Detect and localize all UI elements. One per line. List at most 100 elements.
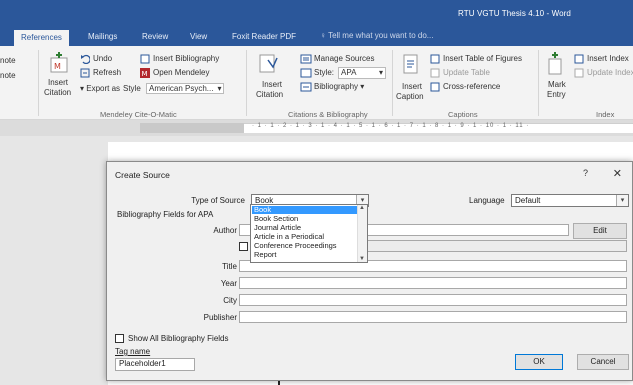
cross-reference-icon — [430, 82, 440, 92]
index-group-label: Index — [596, 110, 615, 119]
publisher-field[interactable] — [239, 311, 627, 323]
export-as-button[interactable]: ▾ Export as — [80, 84, 120, 93]
footnote-cut-1[interactable]: note — [0, 56, 16, 65]
open-mendeley-button[interactable]: Open Mendeley — [153, 68, 209, 77]
list-scrollbar[interactable]: ▲ ▼ — [357, 205, 367, 262]
language-label: Language — [469, 196, 505, 205]
city-label: City — [223, 296, 237, 305]
dialog-title: Create Source — [115, 170, 170, 180]
cancel-button[interactable]: Cancel — [577, 354, 629, 370]
captions-group-label: Captions — [448, 110, 478, 119]
refresh-button[interactable]: Refresh — [93, 68, 121, 77]
mendeley-group-label: Mendeley Cite-O-Matic — [100, 110, 177, 119]
tag-name-field[interactable]: Placeholder1 — [115, 358, 195, 371]
cross-reference-button[interactable]: Cross-reference — [443, 82, 500, 91]
ok-button[interactable]: OK — [515, 354, 563, 370]
chevron-down-icon[interactable]: ▾ — [616, 195, 628, 206]
lightbulb-icon: ♀ — [320, 31, 329, 40]
mark-entry-label-1: Mark — [548, 80, 566, 89]
show-all-fields-label[interactable]: Show All Bibliography Fields — [128, 334, 229, 343]
scroll-up-icon[interactable]: ▲ — [359, 205, 365, 211]
scroll-down-icon[interactable]: ▼ — [359, 256, 365, 262]
bibliography-icon — [300, 82, 312, 92]
update-index-button[interactable]: Update Index — [587, 68, 633, 77]
citation-style-dropdown[interactable]: APA ▾ — [338, 67, 386, 79]
tab-review[interactable]: Review — [140, 31, 170, 43]
table-of-figures-icon — [430, 54, 440, 64]
tab-mailings[interactable]: Mailings — [86, 31, 119, 43]
update-table-button[interactable]: Update Table — [443, 68, 490, 77]
city-field[interactable] — [239, 294, 627, 306]
tell-me-box[interactable]: ♀ Tell me what you want to do... — [320, 31, 433, 40]
chevron-down-icon: ▾ — [217, 84, 222, 93]
svg-text:M: M — [54, 62, 61, 71]
mendeley-icon: M — [140, 68, 150, 78]
mendeley-style-dropdown[interactable]: American Psych... ▾ — [146, 83, 225, 94]
insert-bibliography-icon — [140, 54, 150, 64]
insert-index-button[interactable]: Insert Index — [587, 54, 629, 63]
publisher-label: Publisher — [203, 313, 237, 322]
bibliography-label: Bibliography — [314, 82, 359, 91]
mark-entry-label-2: Entry — [547, 90, 566, 99]
horizontal-ruler[interactable]: · 1 · 1 · 2 · 1 · 3 · 1 · 4 · 1 · 5 · 1 … — [0, 120, 633, 136]
create-source-dialog: Create Source ? ✕ Type of Source Book ▾ … — [106, 161, 633, 381]
author-label: Author — [213, 226, 237, 235]
insert-bibliography-button[interactable]: Insert Bibliography — [153, 54, 219, 63]
tag-name-label: Tag name — [115, 347, 151, 356]
insert-citation-icon[interactable] — [258, 52, 280, 74]
update-table-icon — [430, 68, 440, 78]
bibliography-button[interactable]: Bibliography ▾ — [314, 82, 364, 91]
year-field[interactable] — [239, 277, 627, 289]
insert-citation-label-2: Citation — [256, 90, 284, 99]
tab-view[interactable]: View — [188, 31, 209, 43]
chevron-down-icon: ▾ — [378, 68, 383, 77]
tell-me-text: Tell me what you want to do... — [328, 31, 434, 40]
ribbon-tabs: References Mailings Review View Foxit Re… — [0, 28, 633, 46]
edit-author-button[interactable]: Edit — [573, 223, 627, 239]
insert-citation-label-1: Insert — [262, 80, 283, 89]
undo-icon — [81, 54, 90, 64]
undo-button[interactable]: Undo — [93, 54, 112, 63]
source-option-journal-article[interactable]: Journal Article — [252, 224, 357, 232]
ruler-numbers: · 1 · 1 · 2 · 1 · 3 · 1 · 4 · 1 · 5 · 1 … — [252, 123, 530, 129]
manage-sources-icon — [300, 54, 312, 64]
mendeley-insert-label-2: Citation — [44, 88, 72, 97]
mendeley-insert-label-1: Insert — [48, 78, 69, 87]
insert-table-of-figures-button[interactable]: Insert Table of Figures — [443, 54, 522, 63]
type-of-source-label: Type of Source — [191, 196, 245, 205]
source-option-report[interactable]: Report — [252, 251, 357, 259]
year-label: Year — [220, 279, 237, 288]
style-icon — [300, 68, 312, 78]
refresh-icon — [80, 68, 90, 78]
title-bar: RTU VGTU Thesis 4.10 - Word — [0, 0, 633, 28]
tab-foxit-reader-pdf[interactable]: Foxit Reader PDF — [230, 31, 298, 43]
svg-text:M: M — [142, 70, 148, 78]
help-button[interactable]: ? — [583, 168, 588, 178]
language-dropdown[interactable]: Default ▾ — [511, 194, 629, 207]
window-title: RTU VGTU Thesis 4.10 - Word — [458, 9, 571, 18]
mendeley-style-label: Style — [123, 84, 141, 93]
tab-references[interactable]: References — [14, 30, 69, 46]
insert-caption-icon[interactable] — [402, 54, 420, 76]
insert-index-icon — [574, 54, 584, 64]
source-option-conference-proceedings[interactable]: Conference Proceedings — [252, 242, 357, 250]
ribbon: note note M Insert Citation Undo Refresh… — [0, 46, 633, 120]
show-all-fields-checkbox[interactable] — [115, 334, 124, 343]
corporate-author-checkbox[interactable] — [239, 242, 248, 251]
close-button[interactable]: ✕ — [613, 167, 622, 180]
manage-sources-button[interactable]: Manage Sources — [314, 54, 374, 63]
mendeley-insert-citation-icon[interactable]: M — [48, 52, 70, 74]
source-option-article-in-periodical[interactable]: Article in a Periodical — [252, 233, 357, 241]
source-type-list: Book Book Section Journal Article Articl… — [250, 204, 368, 263]
insert-caption-label-1: Insert — [402, 82, 423, 91]
mendeley-style-value: American Psych... — [149, 84, 214, 93]
update-index-icon — [574, 68, 584, 78]
title-label: Title — [222, 262, 237, 271]
footnote-cut-2[interactable]: note — [0, 71, 16, 80]
mark-entry-icon[interactable] — [546, 52, 564, 76]
source-option-book-section[interactable]: Book Section — [252, 215, 357, 223]
source-option-book[interactable]: Book — [252, 206, 357, 214]
citation-style-label: Style: — [314, 68, 335, 77]
language-value: Default — [515, 196, 541, 205]
ruler-margin — [140, 123, 244, 133]
